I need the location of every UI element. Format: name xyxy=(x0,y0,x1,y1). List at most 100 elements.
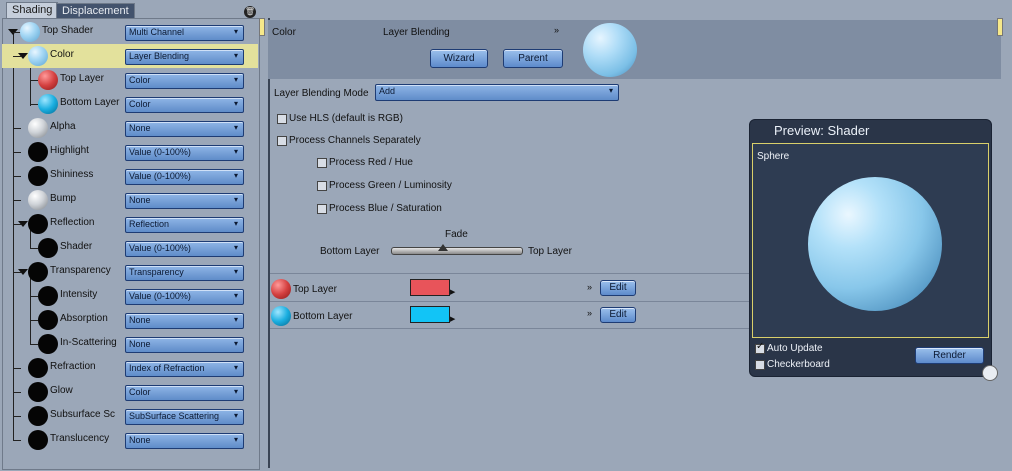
tree-row[interactable]: Color Layer Blending ▾ xyxy=(2,44,258,68)
channel-type-select[interactable]: Transparency ▾ xyxy=(125,265,244,281)
tree-row[interactable]: Transparency Transparency ▾ xyxy=(2,260,258,284)
use-hls-checkbox[interactable] xyxy=(277,114,287,124)
tree-row[interactable]: Highlight Value (0-100%) ▾ xyxy=(2,140,258,164)
preview-viewport[interactable]: Sphere xyxy=(752,143,989,338)
channel-type-select[interactable]: Value (0-100%) ▾ xyxy=(125,241,244,257)
tree-row[interactable]: Glow Color ▾ xyxy=(2,380,258,404)
tree-row[interactable]: In-Scattering None ▾ xyxy=(2,332,258,356)
channel-type-select[interactable]: None ▾ xyxy=(125,433,244,449)
channel-ball-icon xyxy=(28,358,48,378)
channel-type-select[interactable]: Reflection ▾ xyxy=(125,217,244,233)
preview-window: Preview: Shader Sphere ✓ Auto Update Che… xyxy=(749,119,992,377)
channel-type-select[interactable]: Value (0-100%) ▾ xyxy=(125,145,244,161)
chevron-down-icon: ▾ xyxy=(233,243,238,252)
channel-type-select[interactable]: Layer Blending ▾ xyxy=(125,49,244,65)
tree-row[interactable]: Bottom Layer Color ▾ xyxy=(2,92,258,116)
process-blue-checkbox[interactable] xyxy=(317,204,327,214)
tree-row[interactable]: Subsurface Sc SubSurface Scattering ▾ xyxy=(2,404,258,428)
channel-type-select[interactable]: Color ▾ xyxy=(125,73,244,89)
tree-row[interactable]: Refraction Index of Refraction ▾ xyxy=(2,356,258,380)
tree-row[interactable]: Shader Value (0-100%) ▾ xyxy=(2,236,258,260)
process-separately-checkbox[interactable] xyxy=(277,136,287,146)
channel-type-value: SubSurface Scattering xyxy=(129,411,220,421)
tree-row-label: Translucency xyxy=(50,433,110,444)
checkerboard-checkbox[interactable] xyxy=(755,360,765,370)
channel-type-select[interactable]: Color ▾ xyxy=(125,385,244,401)
channel-type-select[interactable]: Color ▾ xyxy=(125,97,244,113)
channel-ball-icon xyxy=(38,70,58,90)
tree-row-label: Reflection xyxy=(50,217,95,228)
tree-row[interactable]: Translucency None ▾ xyxy=(2,428,258,452)
chevron-down-icon: ▾ xyxy=(233,435,238,444)
channel-type-select[interactable]: Value (0-100%) ▾ xyxy=(125,169,244,185)
bottom-layer-edit-button[interactable]: Edit xyxy=(600,307,636,323)
tree-row[interactable]: Reflection Reflection ▾ xyxy=(2,212,258,236)
channel-type-select[interactable]: None ▾ xyxy=(125,337,244,353)
chevron-down-icon: ▾ xyxy=(233,267,238,276)
bottom-layer-color-swatch[interactable] xyxy=(410,306,450,323)
scroll-indicator[interactable] xyxy=(997,18,1003,36)
resize-knob[interactable] xyxy=(982,365,998,381)
channel-type-select[interactable]: None ▾ xyxy=(125,313,244,329)
channel-type-value: Color xyxy=(129,75,151,85)
tree-row-label: Top Layer xyxy=(60,73,104,84)
channel-type-select[interactable]: SubSurface Scattering ▾ xyxy=(125,409,244,425)
channel-ball-icon xyxy=(38,286,58,306)
shader-type-chevron-icon[interactable]: » xyxy=(554,25,559,35)
tree-row[interactable]: Absorption None ▾ xyxy=(2,308,258,332)
channel-type-select[interactable]: None ▾ xyxy=(125,121,244,137)
channel-ball-icon xyxy=(28,214,48,234)
tree-row-label: Refraction xyxy=(50,361,96,372)
wizard-button[interactable]: Wizard xyxy=(430,49,488,68)
shader-preview-thumbnail xyxy=(583,23,637,77)
tree-connector xyxy=(13,176,21,177)
tree-row-label: Shader xyxy=(60,241,93,252)
chevron-down-icon: ▾ xyxy=(233,51,238,60)
trash-icon[interactable]: 🗑 xyxy=(244,6,256,18)
top-layer-edit-button[interactable]: Edit xyxy=(600,280,636,296)
channel-ball-icon xyxy=(38,94,58,114)
tree-row[interactable]: Shininess Value (0-100%) ▾ xyxy=(2,164,258,188)
channel-type-select[interactable]: Multi Channel ▾ xyxy=(125,25,244,41)
tree-row[interactable]: Top Layer Color ▾ xyxy=(2,68,258,92)
preview-title-bar[interactable]: Preview: Shader xyxy=(750,120,991,142)
top-layer-ball-icon xyxy=(271,279,291,299)
chevron-down-icon: ▾ xyxy=(233,387,238,396)
channel-type-select[interactable]: Index of Refraction ▾ xyxy=(125,361,244,377)
bottom-layer-chevron-icon[interactable]: » xyxy=(587,308,592,318)
tree-row[interactable]: Intensity Value (0-100%) ▾ xyxy=(2,284,258,308)
tree-row[interactable]: Bump None ▾ xyxy=(2,188,258,212)
process-green-checkbox[interactable] xyxy=(317,181,327,191)
slider-thumb[interactable] xyxy=(438,244,448,251)
panel-splitter[interactable] xyxy=(259,18,265,36)
blend-mode-select[interactable]: Add ▾ xyxy=(375,84,619,101)
channel-type-select[interactable]: None ▾ xyxy=(125,193,244,209)
tree-row[interactable]: Alpha None ▾ xyxy=(2,116,258,140)
channel-ball-icon xyxy=(38,238,58,258)
tree-connector xyxy=(13,392,21,393)
tab-displacement[interactable]: Displacement xyxy=(56,3,135,19)
top-layer-color-swatch[interactable] xyxy=(410,279,450,296)
process-red-checkbox[interactable] xyxy=(317,158,327,168)
render-button[interactable]: Render xyxy=(915,347,984,364)
divider xyxy=(270,273,750,274)
top-layer-label: Top Layer xyxy=(293,284,337,295)
tree-row[interactable]: Top Shader Multi Channel ▾ xyxy=(2,20,258,44)
checkerboard-label: Checkerboard xyxy=(767,359,830,370)
parent-button[interactable]: Parent xyxy=(503,49,563,68)
channel-type-value: Reflection xyxy=(129,219,170,229)
tree-row-label: Subsurface Sc xyxy=(50,409,116,420)
fade-bottom-label: Bottom Layer xyxy=(320,246,380,257)
tree-connector xyxy=(30,80,38,81)
auto-update-checkbox[interactable]: ✓ xyxy=(755,342,765,354)
tree-connector xyxy=(30,248,38,249)
fade-slider[interactable] xyxy=(391,244,523,255)
top-layer-chevron-icon[interactable]: » xyxy=(587,282,592,292)
channel-type-select[interactable]: Value (0-100%) ▾ xyxy=(125,289,244,305)
channel-type-value: Transparency xyxy=(129,267,184,277)
tree-connector xyxy=(13,56,21,57)
channel-type-value: None xyxy=(129,339,151,349)
bottom-layer-ball-icon xyxy=(271,306,291,326)
process-blue-label: Process Blue / Saturation xyxy=(329,203,442,214)
tree-row-label: Bottom Layer xyxy=(60,97,120,108)
